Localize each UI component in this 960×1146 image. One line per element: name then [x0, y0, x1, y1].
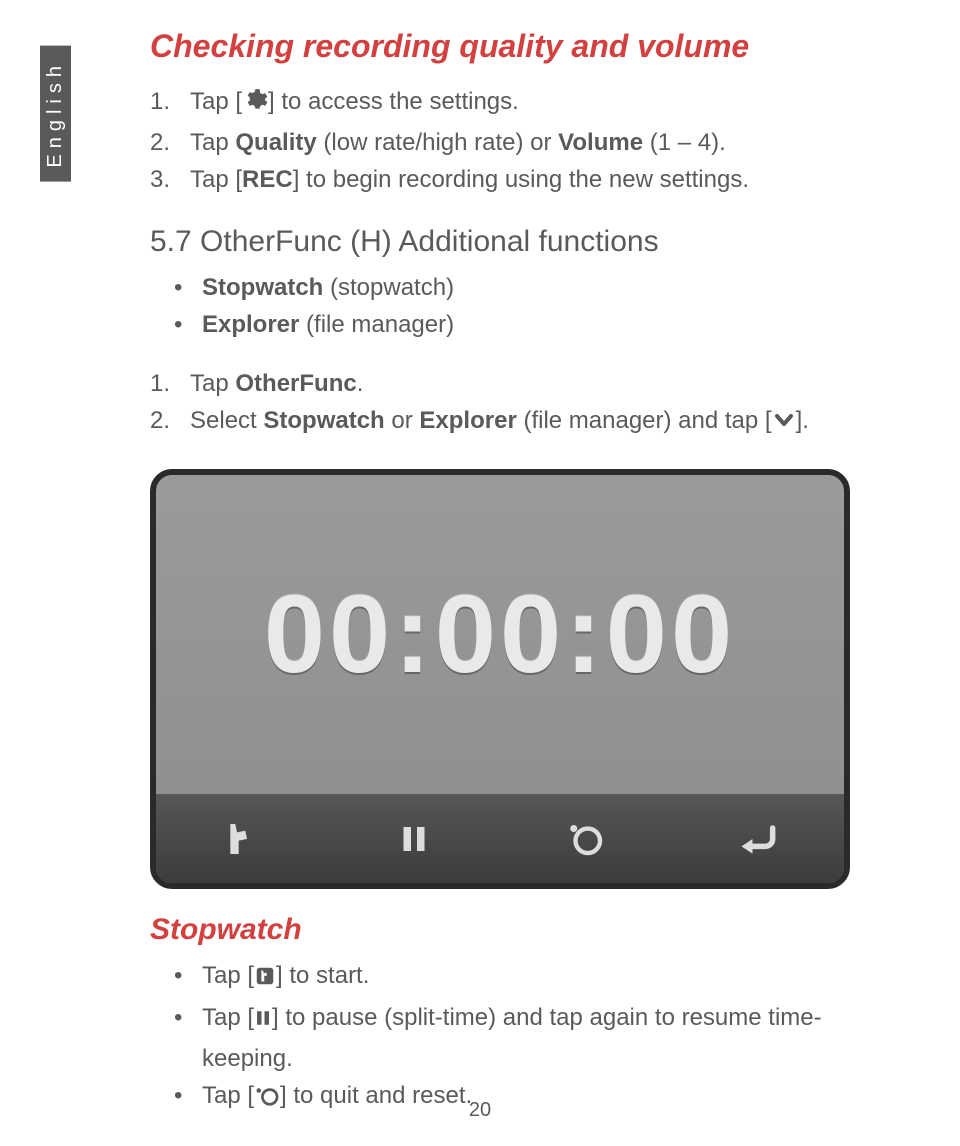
text: (file manager) — [299, 311, 454, 338]
step-2: 2. Select Stopwatch or Explorer (file ma… — [150, 402, 870, 443]
text: (stopwatch) — [323, 274, 454, 301]
language-tab: English — [40, 46, 71, 182]
start-flag-icon — [254, 961, 276, 998]
otherfunc-bullets: Stopwatch (stopwatch) Explorer (file man… — [150, 269, 870, 343]
text: Tap [ — [202, 962, 254, 989]
start-flag-icon[interactable] — [212, 809, 272, 869]
step-text: Tap OtherFunc. — [190, 365, 363, 402]
step-text: Tap [REC] to begin recording using the n… — [190, 161, 749, 198]
page-number: 20 — [0, 1099, 960, 1122]
step-number: 3. — [150, 161, 178, 198]
text: Tap [ — [190, 88, 242, 115]
return-icon[interactable] — [728, 809, 788, 869]
step-1: 1. Tap [ ] to access the settings. — [150, 83, 870, 124]
rec-label: REC — [242, 166, 293, 193]
step-text: Select Stopwatch or Explorer (file manag… — [190, 402, 809, 443]
section-title-otherfunc: 5.7 OtherFunc (H) Additional functions — [150, 225, 870, 259]
text: Tap — [190, 129, 235, 156]
pause-bars-icon — [254, 1003, 272, 1040]
text: Tap [ — [190, 166, 242, 193]
text-bold: OtherFunc — [235, 370, 356, 397]
text: ] to pause (split-time) and tap again to… — [202, 1004, 822, 1072]
text: ] to start. — [276, 962, 369, 989]
steps-otherfunc: 1. Tap OtherFunc. 2. Select Stopwatch or… — [150, 365, 870, 443]
stopwatch-time: 00:00:00 — [264, 571, 736, 698]
step-1: 1. Tap OtherFunc. — [150, 365, 870, 402]
bullet-start: Tap [ ] to start. — [174, 957, 870, 998]
settings-gear-icon — [242, 87, 268, 124]
step-2: 2. Tap Quality (low rate/high rate) or V… — [150, 124, 870, 161]
text-bold: Explorer — [202, 311, 299, 338]
step-text: Tap Quality (low rate/high rate) or Volu… — [190, 124, 726, 161]
text: Select — [190, 407, 263, 434]
heading-recording-quality: Checking recording quality and volume — [150, 28, 870, 65]
text-bold: Stopwatch — [263, 407, 384, 434]
step-number: 1. — [150, 83, 178, 124]
text-bold: Stopwatch — [202, 274, 323, 301]
device-display: 00:00:00 — [156, 475, 844, 793]
text: ] to access the settings. — [268, 88, 519, 115]
chevron-down-icon — [772, 406, 796, 443]
stopwatch-bullets: Tap [] to start. Tap [] to pause (split-… — [150, 957, 870, 1118]
text: or — [385, 407, 420, 434]
text: (1 – 4). — [643, 129, 726, 156]
steps-recording-quality: 1. Tap [ ] to access the settings. 2. Tap… — [150, 83, 870, 199]
bullet-pause: Tap [] to pause (split-time) and tap aga… — [174, 999, 870, 1077]
text: (file manager) and tap [ — [517, 407, 772, 434]
step-number: 2. — [150, 124, 178, 161]
text-bold: Quality — [235, 129, 316, 156]
reset-circle-icon[interactable] — [556, 809, 616, 869]
step-3: 3. Tap [REC] to begin recording using th… — [150, 161, 870, 198]
text: Tap [ — [202, 1004, 254, 1031]
step-number: 1. — [150, 365, 178, 402]
text: Tap — [190, 370, 235, 397]
heading-stopwatch: Stopwatch — [150, 913, 870, 947]
device-screenshot: 00:00:00 — [150, 469, 850, 889]
device-toolbar — [156, 794, 844, 884]
text: . — [357, 370, 364, 397]
text-bold: Explorer — [419, 407, 516, 434]
pause-icon[interactable] — [384, 809, 444, 869]
text: ]. — [796, 407, 809, 434]
step-text: Tap [ ] to access the settings. — [190, 83, 519, 124]
text: (low rate/high rate) or — [317, 129, 558, 156]
text-bold: Volume — [558, 129, 643, 156]
step-number: 2. — [150, 402, 178, 443]
bullet-explorer: Explorer (file manager) — [174, 306, 870, 343]
text: ] to begin recording using the new setti… — [293, 166, 749, 193]
bullet-stopwatch: Stopwatch (stopwatch) — [174, 269, 870, 306]
